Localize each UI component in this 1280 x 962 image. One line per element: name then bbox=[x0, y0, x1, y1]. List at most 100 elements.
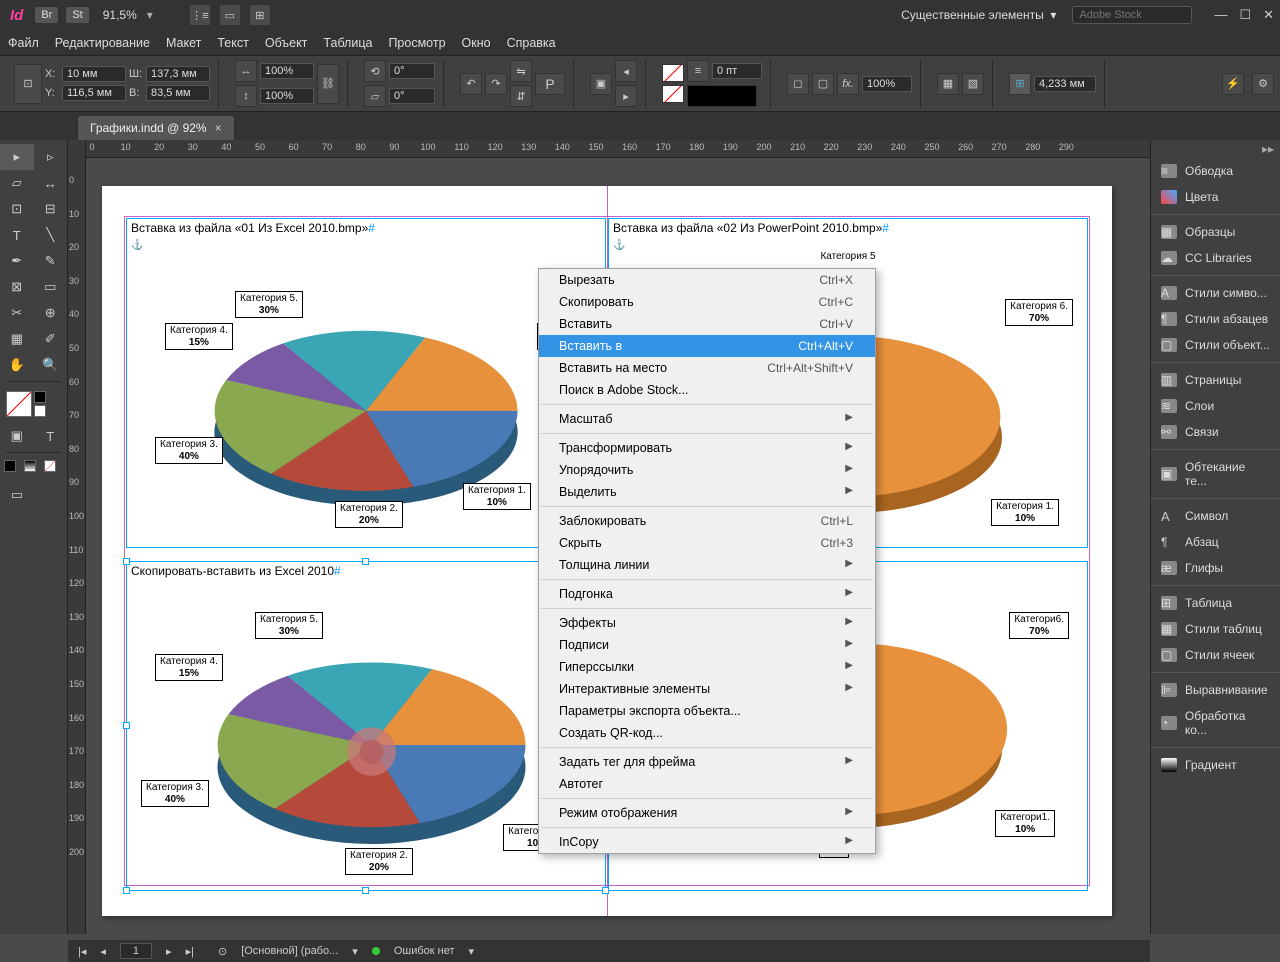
bridge-button[interactable]: Br bbox=[35, 7, 58, 23]
formatting-container-icon[interactable]: ▣ bbox=[0, 423, 34, 449]
view-options-icon[interactable]: ⋮≡ bbox=[189, 4, 211, 26]
content-placer-tool[interactable]: ⊟ bbox=[34, 196, 68, 222]
ctx-item[interactable]: ВставитьCtrl+V bbox=[539, 313, 875, 335]
ctx-item[interactable]: Упорядочить▶ bbox=[539, 459, 875, 481]
select-next-icon[interactable]: ▸ bbox=[615, 85, 637, 107]
page-nav-next[interactable]: ▸ bbox=[166, 945, 172, 958]
rotate-cw-icon[interactable]: ↷ bbox=[485, 73, 507, 95]
y-input[interactable] bbox=[62, 85, 126, 101]
zoom-tool[interactable]: 🔍 bbox=[34, 352, 68, 378]
ctx-item[interactable]: Подписи▶ bbox=[539, 634, 875, 656]
swap-fill-stroke[interactable] bbox=[34, 405, 46, 417]
apply-color[interactable] bbox=[4, 460, 16, 472]
text-wrap-none-icon[interactable]: ▦ bbox=[937, 73, 959, 95]
panel-table[interactable]: ⊞Таблица bbox=[1151, 590, 1280, 616]
chart-frame-tl[interactable]: Вставка из файла «01 Из Excel 2010.bmp»#… bbox=[126, 218, 606, 548]
content-collector-tool[interactable]: ⊡ bbox=[0, 196, 34, 222]
menu-edit[interactable]: Редактирование bbox=[55, 36, 150, 50]
menu-file[interactable]: Файл bbox=[8, 36, 39, 50]
hand-tool[interactable]: ✋ bbox=[0, 352, 34, 378]
minimize-button[interactable]: — bbox=[1214, 7, 1227, 23]
w-input[interactable] bbox=[146, 66, 210, 82]
ctx-item[interactable]: Вставить вCtrl+Alt+V bbox=[539, 335, 875, 357]
chart-frame-bl-selected[interactable]: Скопировать-вставить из Excel 2010# bbox=[126, 561, 606, 891]
x-input[interactable] bbox=[62, 66, 126, 82]
flip-v-icon[interactable]: ⇵ bbox=[510, 85, 532, 107]
stock-button[interactable]: St bbox=[66, 7, 88, 23]
select-container-icon[interactable]: ▣ bbox=[590, 73, 612, 95]
selection-handle[interactable] bbox=[362, 558, 369, 565]
rectangle-tool[interactable]: ▭ bbox=[34, 274, 68, 300]
panel-para-styles[interactable]: ¶Стили абзацев bbox=[1151, 306, 1280, 332]
ctx-item[interactable]: Выделить▶ bbox=[539, 481, 875, 503]
master-page-name[interactable]: [Основной] (рабо... bbox=[241, 945, 338, 957]
pen-tool[interactable]: ✒ bbox=[0, 248, 34, 274]
panel-glyphs[interactable]: æГлифы bbox=[1151, 555, 1280, 581]
stroke-style-dropdown[interactable] bbox=[687, 85, 757, 107]
ctx-item[interactable]: ВырезатьCtrl+X bbox=[539, 269, 875, 291]
panel-char-styles[interactable]: AСтили симво... bbox=[1151, 280, 1280, 306]
eyedropper-tool[interactable]: ✐ bbox=[34, 326, 68, 352]
menu-window[interactable]: Окно bbox=[462, 36, 491, 50]
gradient-swatch-tool[interactable]: ▦ bbox=[0, 326, 34, 352]
panel-paragraph[interactable]: ¶Абзац bbox=[1151, 529, 1280, 555]
drop-shadow-icon[interactable]: ▢ bbox=[812, 73, 834, 95]
page-nav-prev[interactable]: ◂ bbox=[100, 945, 106, 958]
panel-table-styles[interactable]: ▦Стили таблиц bbox=[1151, 616, 1280, 642]
free-transform-tool[interactable]: ⊕ bbox=[34, 300, 68, 326]
corner-options-icon[interactable]: ◻ bbox=[787, 73, 809, 95]
stroke-swatch[interactable] bbox=[662, 85, 684, 103]
ctx-item[interactable]: СкопироватьCtrl+C bbox=[539, 291, 875, 313]
fx-button[interactable]: fx. bbox=[837, 73, 859, 95]
fill-stroke-swatch[interactable] bbox=[6, 391, 32, 417]
h-input[interactable] bbox=[146, 85, 210, 101]
page-nav-first[interactable]: |◂ bbox=[78, 945, 86, 958]
rotate-ccw-icon[interactable]: ↶ bbox=[460, 73, 482, 95]
panel-character[interactable]: AСимвол bbox=[1151, 503, 1280, 529]
control-menu-icon[interactable]: ⚙ bbox=[1252, 73, 1274, 95]
ctx-item[interactable]: Эффекты▶ bbox=[539, 612, 875, 634]
ctx-item[interactable]: Создать QR-код... bbox=[539, 722, 875, 744]
opacity-input[interactable] bbox=[862, 76, 912, 92]
panel-cell-styles[interactable]: ▢Стили ячеек bbox=[1151, 642, 1280, 668]
scale-x-input[interactable] bbox=[260, 63, 314, 79]
zoom-chevron-icon[interactable]: ▾ bbox=[147, 8, 153, 22]
page-number[interactable]: 1 bbox=[120, 943, 152, 959]
panel-gradient[interactable]: Градиент bbox=[1151, 752, 1280, 778]
panel-pages[interactable]: ▥Страницы bbox=[1151, 367, 1280, 393]
formatting-text-icon[interactable]: T bbox=[34, 423, 68, 449]
view-mode-normal[interactable]: ▭ bbox=[0, 482, 34, 508]
direct-selection-tool[interactable]: ▹ bbox=[34, 144, 68, 170]
ctx-item[interactable]: Вставить на местоCtrl+Alt+Shift+V bbox=[539, 357, 875, 379]
gap-tool[interactable]: ↔ bbox=[34, 170, 68, 196]
ctx-item[interactable]: Трансформировать▶ bbox=[539, 437, 875, 459]
cell-w-input[interactable] bbox=[1034, 76, 1096, 92]
ctx-item[interactable]: Поиск в Adobe Stock... bbox=[539, 379, 875, 401]
flip-h-icon[interactable]: ⇋ bbox=[510, 60, 532, 82]
panel-swatches[interactable]: ▦Образцы bbox=[1151, 219, 1280, 245]
text-wrap-around-icon[interactable]: ▧ bbox=[962, 73, 984, 95]
selection-handle[interactable] bbox=[123, 722, 130, 729]
menu-object[interactable]: Объект bbox=[265, 36, 308, 50]
ctx-item[interactable]: InCopy▶ bbox=[539, 831, 875, 853]
document-tab[interactable]: Графики.indd @ 92% × bbox=[78, 116, 234, 140]
type-tool[interactable]: T bbox=[0, 222, 34, 248]
panel-color[interactable]: Цвета bbox=[1151, 184, 1280, 210]
ctx-item[interactable]: Параметры экспорта объекта... bbox=[539, 700, 875, 722]
shear-input[interactable] bbox=[389, 88, 435, 104]
rectangle-frame-tool[interactable]: ⊠ bbox=[0, 274, 34, 300]
panel-align[interactable]: ⊫Выравнивание bbox=[1151, 677, 1280, 703]
menu-type[interactable]: Текст bbox=[217, 36, 248, 50]
scissors-tool[interactable]: ✂ bbox=[0, 300, 34, 326]
ctx-item[interactable]: Гиперссылки▶ bbox=[539, 656, 875, 678]
apply-gradient[interactable] bbox=[24, 460, 36, 472]
constrain-scale-icon[interactable]: ⛓ bbox=[317, 64, 339, 104]
menu-layout[interactable]: Макет bbox=[166, 36, 201, 50]
close-tab-icon[interactable]: × bbox=[215, 121, 222, 135]
panel-text-wrap[interactable]: ▣Обтекание те... bbox=[1151, 454, 1280, 494]
menu-help[interactable]: Справка bbox=[507, 36, 556, 50]
selection-tool[interactable]: ▸ bbox=[0, 144, 34, 170]
panel-cc-libraries[interactable]: ☁CC Libraries bbox=[1151, 245, 1280, 271]
frame-fitting-icon[interactable]: ⊞ bbox=[1009, 73, 1031, 95]
arrange-docs-icon[interactable]: ⊞ bbox=[249, 4, 271, 26]
